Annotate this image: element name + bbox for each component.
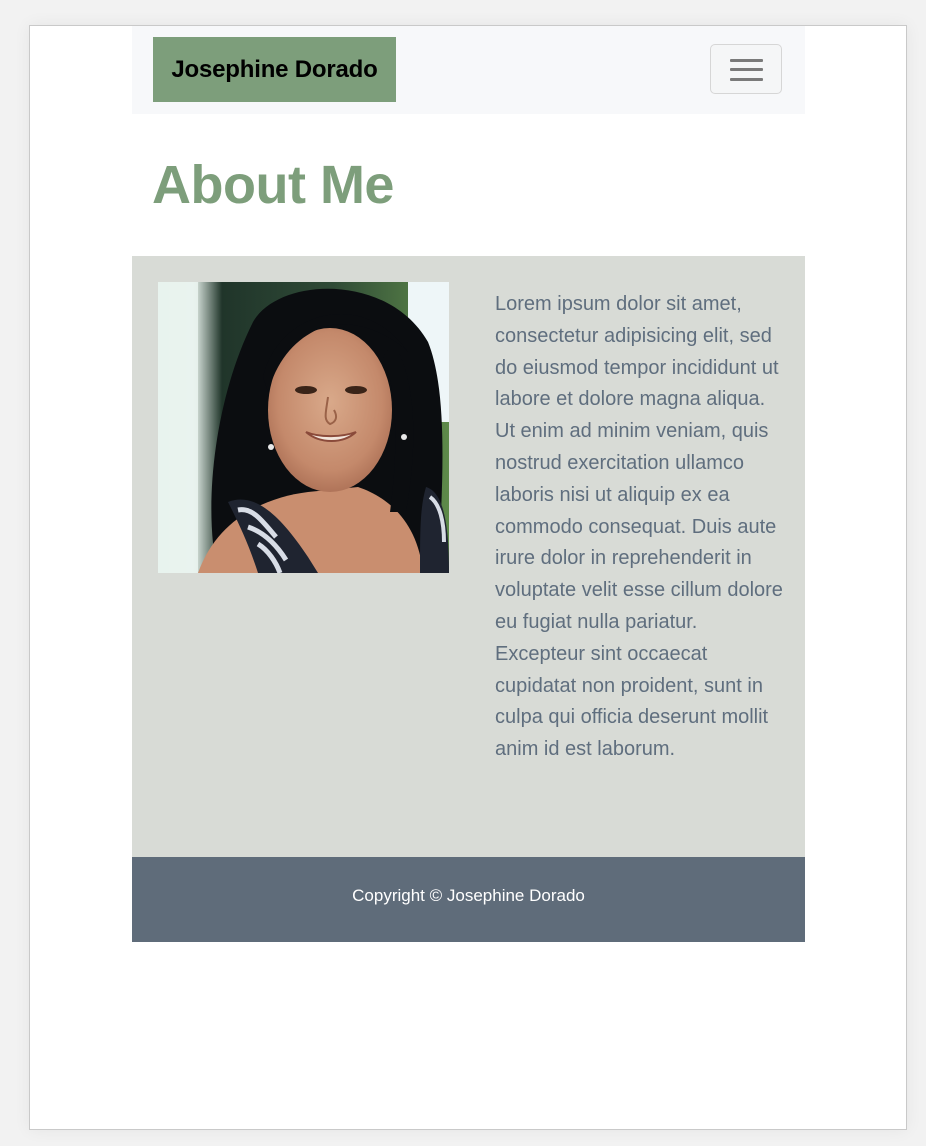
profile-photo bbox=[158, 282, 449, 573]
bio-text: Lorem ipsum dolor sit amet, consectetur … bbox=[495, 293, 783, 761]
footer: Copyright © Josephine Dorado bbox=[132, 857, 805, 942]
navbar: Josephine Dorado bbox=[132, 26, 805, 114]
page-container: Josephine Dorado About Me Lorem ipsum do… bbox=[132, 26, 805, 942]
navbar-toggle-button[interactable] bbox=[710, 44, 782, 94]
about-section: Lorem ipsum dolor sit amet, consectetur … bbox=[132, 256, 805, 857]
hamburger-menu-icon bbox=[730, 59, 763, 62]
browser-window: Josephine Dorado About Me Lorem ipsum do… bbox=[29, 25, 907, 1130]
footer-copyright: Copyright © Josephine Dorado bbox=[352, 886, 585, 905]
hamburger-menu-icon-bar bbox=[730, 68, 763, 71]
page-title: About Me bbox=[152, 155, 394, 215]
hamburger-menu-icon-bar bbox=[730, 78, 763, 81]
brand-link[interactable]: Josephine Dorado bbox=[153, 37, 396, 102]
